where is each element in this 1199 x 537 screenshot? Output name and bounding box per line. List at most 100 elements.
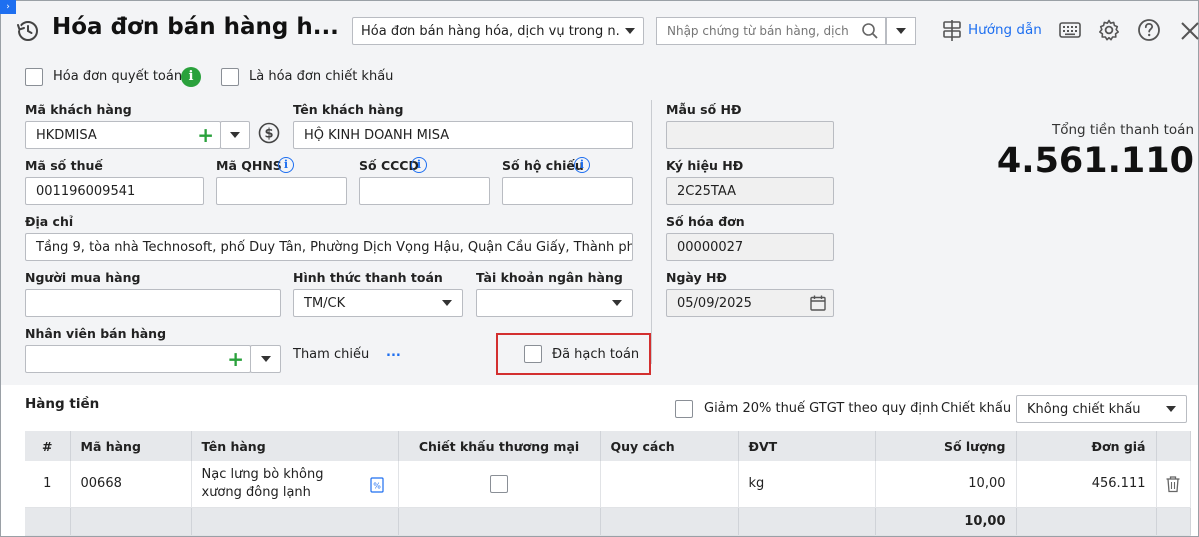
info-icon[interactable]: i — [278, 157, 294, 173]
symbol-input[interactable]: 2C25TAA — [666, 177, 834, 205]
tax-code-input[interactable]: 001196009541 — [25, 177, 204, 205]
sales-staff-dropdown[interactable] — [250, 345, 281, 373]
total-label: Tổng tiền thanh toán — [1051, 122, 1194, 138]
payment-method-value: TM/CK — [304, 295, 346, 311]
total-value: 4.561.110 — [996, 141, 1194, 181]
col-price[interactable]: Đơn giá — [1016, 431, 1157, 461]
col-code[interactable]: Mã hàng — [70, 431, 192, 461]
cccd-input[interactable] — [359, 177, 490, 205]
col-actions — [1156, 431, 1191, 461]
trash-icon[interactable] — [1165, 475, 1181, 493]
payment-method-select[interactable]: TM/CK — [293, 289, 463, 317]
info-icon[interactable]: i — [181, 67, 201, 87]
chevron-down-icon — [442, 300, 452, 306]
bank-account-label: Tài khoản ngân hàng — [476, 270, 623, 285]
table-summary-row: 10,00 — [25, 507, 1191, 536]
template-input[interactable] — [666, 121, 834, 149]
sum-empty — [398, 507, 601, 536]
invoice-date-input[interactable]: 05/09/2025 — [666, 289, 834, 317]
sum-empty — [191, 507, 399, 536]
col-name[interactable]: Tên hàng — [191, 431, 399, 461]
settlement-invoice-checkbox[interactable] — [25, 68, 43, 86]
info-icon[interactable]: i — [574, 157, 590, 173]
invoice-type-value: Hóa đơn bán hàng hóa, dịch vụ trong n... — [361, 23, 619, 39]
chevron-down-icon — [1166, 406, 1176, 412]
customer-code-label: Mã khách hàng — [25, 102, 132, 117]
col-spec[interactable]: Quy cách — [600, 431, 739, 461]
svg-text:%: % — [373, 482, 381, 491]
sum-empty — [1016, 507, 1157, 536]
customer-name-value: HỘ KINH DOANH MISA — [304, 127, 450, 143]
payment-method-label: Hình thức thanh toán — [293, 270, 443, 285]
symbol-value: 2C25TAA — [677, 183, 736, 199]
calendar-icon[interactable] — [809, 294, 827, 312]
tax-code-label: Mã số thuế — [25, 158, 103, 173]
qhns-input[interactable] — [216, 177, 347, 205]
customer-code-dropdown[interactable] — [220, 121, 250, 149]
chevron-down-icon — [260, 356, 271, 362]
history-icon[interactable] — [16, 19, 40, 43]
info-icon[interactable]: i — [411, 157, 427, 173]
search-icon[interactable] — [861, 22, 879, 40]
col-index[interactable]: # — [25, 431, 71, 461]
sum-empty — [738, 507, 876, 536]
symbol-label: Ký hiệu HĐ — [666, 158, 744, 173]
row-price[interactable]: 456.111 — [1016, 461, 1157, 508]
customer-name-label: Tên khách hàng — [293, 102, 404, 117]
posted-checkbox[interactable] — [524, 345, 542, 363]
row-qty[interactable]: 10,00 — [875, 461, 1017, 508]
question-icon[interactable] — [1137, 18, 1161, 42]
col-unit[interactable]: ĐVT — [738, 431, 876, 461]
buyer-input[interactable] — [25, 289, 281, 317]
row-name: Nạc lưng bò không xương đông lạnh — [201, 466, 324, 500]
add-customer-icon[interactable]: + — [197, 125, 214, 145]
add-staff-icon[interactable]: + — [227, 349, 244, 369]
sales-staff-field[interactable]: + — [25, 345, 251, 373]
discount-invoice-label: Là hóa đơn chiết khấu — [249, 69, 394, 84]
keyboard-icon[interactable] — [1058, 18, 1082, 42]
reference-label: Tham chiếu — [293, 347, 370, 362]
row-code[interactable]: 00668 — [70, 461, 192, 508]
goods-table: # Mã hàng Tên hàng Chiết khấu thương mại… — [25, 431, 1191, 536]
search-dropdown-button[interactable] — [886, 17, 916, 45]
search-input[interactable] — [657, 24, 861, 38]
discount-invoice-checkbox[interactable] — [221, 68, 239, 86]
passport-label: Số hộ chiếu — [502, 158, 584, 173]
table-row[interactable]: 1 00668 Nạc lưng bò không xương đông lạn… — [25, 461, 1191, 508]
qty-total: 10,00 — [875, 507, 1017, 536]
trade-discount-checkbox[interactable] — [490, 474, 508, 493]
row-trade-discount-cell — [398, 461, 601, 508]
customer-code-field[interactable]: HKDMISA + — [25, 121, 221, 149]
tax-code-value: 001196009541 — [36, 183, 136, 199]
help-button[interactable]: Hướng dẫn — [940, 18, 1042, 42]
invoice-number-input[interactable]: 00000027 — [666, 233, 834, 261]
row-unit[interactable]: kg — [738, 461, 876, 508]
dollar-icon[interactable]: $ — [258, 122, 280, 144]
discount-select[interactable]: Không chiết khấu — [1016, 395, 1187, 423]
sum-empty — [25, 507, 71, 536]
gear-icon[interactable] — [1097, 18, 1121, 42]
address-value: Tầng 9, tòa nhà Technosoft, phố Duy Tân,… — [36, 239, 633, 255]
search-box — [656, 17, 886, 45]
reference-link[interactable]: ... — [386, 345, 401, 360]
address-input[interactable]: Tầng 9, tòa nhà Technosoft, phố Duy Tân,… — [25, 233, 633, 261]
customer-name-input[interactable]: HỘ KINH DOANH MISA — [293, 121, 633, 149]
passport-input[interactable] — [502, 177, 633, 205]
sales-staff-label: Nhân viên bán hàng — [25, 326, 167, 341]
col-qty[interactable]: Số lượng — [875, 431, 1017, 461]
bank-account-select[interactable] — [476, 289, 633, 317]
row-actions-cell — [1156, 461, 1191, 508]
sum-empty — [70, 507, 192, 536]
table-header-row: # Mã hàng Tên hàng Chiết khấu thương mại… — [25, 431, 1191, 461]
row-name-cell[interactable]: Nạc lưng bò không xương đông lạnh % — [191, 461, 399, 508]
close-icon[interactable] — [1178, 19, 1199, 41]
chevron-down-icon — [625, 28, 635, 34]
settlement-invoice-label: Hóa đơn quyết toán — [53, 69, 183, 84]
chevron-down-icon — [230, 132, 240, 138]
invoice-type-select[interactable]: Hóa đơn bán hàng hóa, dịch vụ trong n... — [352, 17, 644, 45]
row-spec[interactable] — [600, 461, 739, 508]
expand-icon[interactable]: › — [0, 0, 16, 14]
col-trade-discount[interactable]: Chiết khấu thương mại — [398, 431, 601, 461]
discount-tag-icon[interactable]: % — [369, 477, 384, 493]
vat-reduction-checkbox[interactable] — [675, 400, 693, 418]
